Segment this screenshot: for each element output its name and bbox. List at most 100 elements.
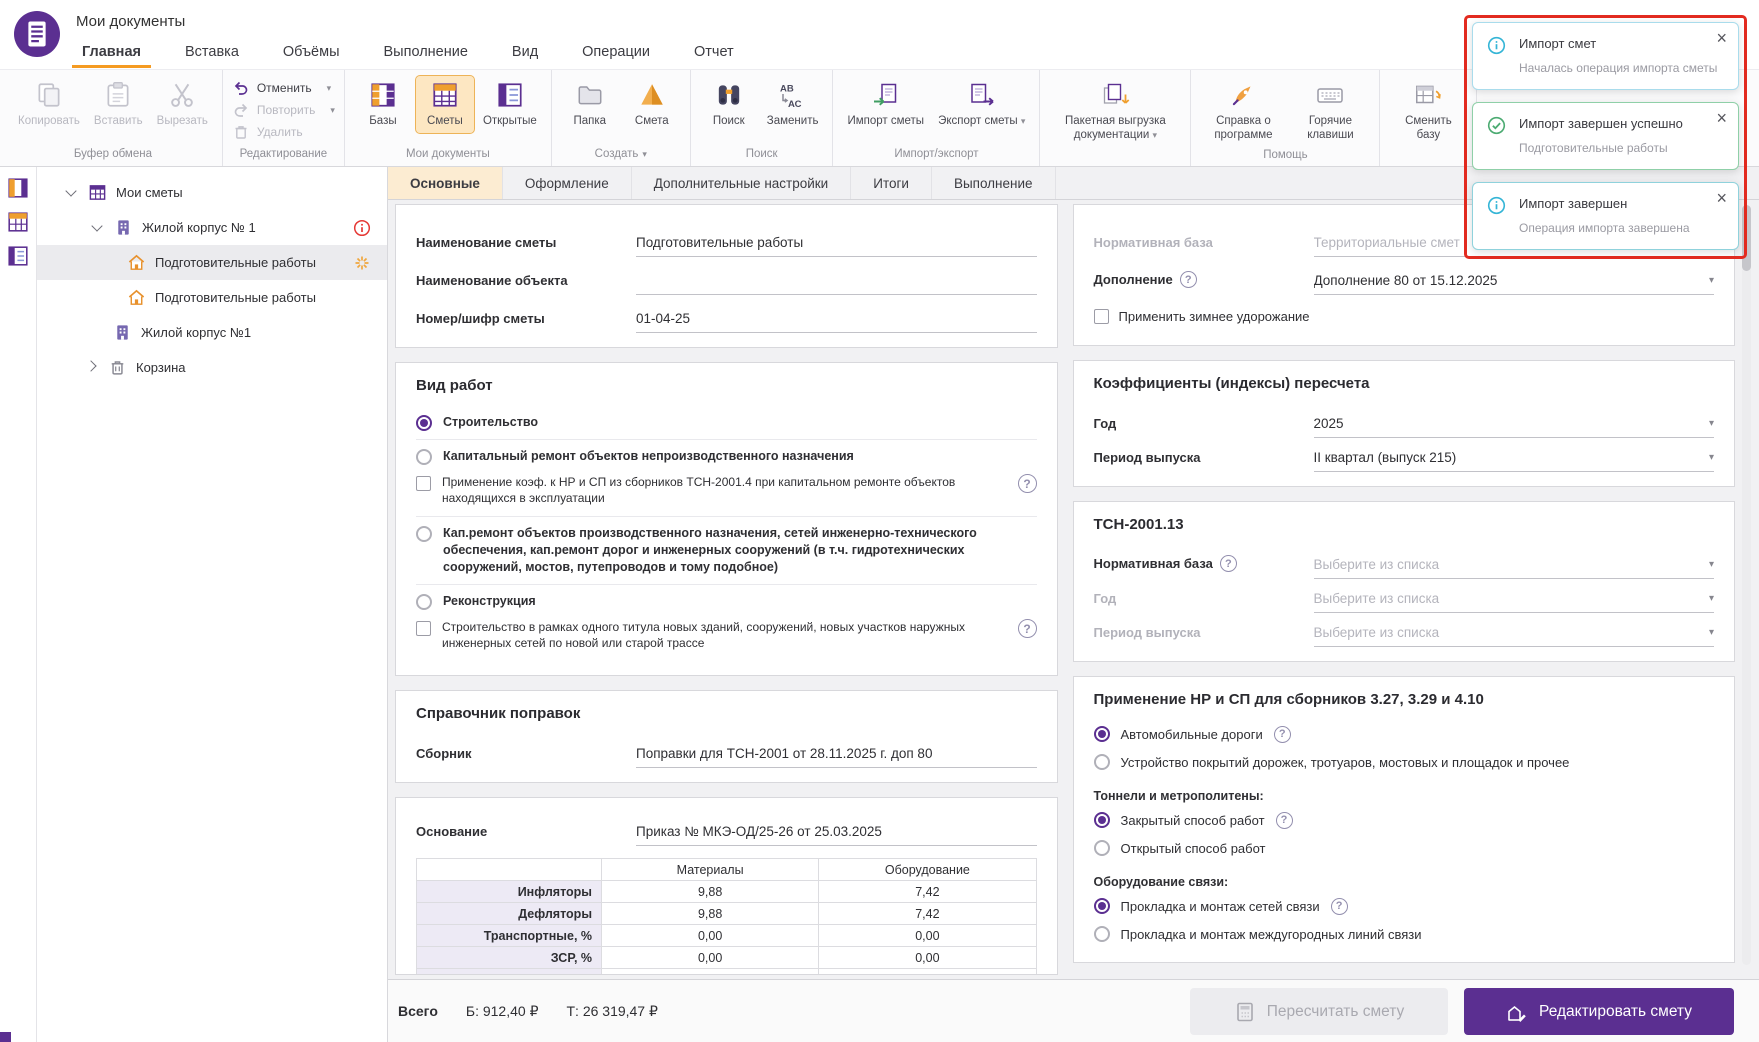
help-icon[interactable]: ? [1179,271,1197,288]
svg-text:АВ: АВ [780,84,794,95]
tsn-year-dropdown[interactable]: Выберите из списка ▾ [1313,591,1714,613]
undo-button[interactable]: Отменить ▾ [232,79,331,97]
copy-button[interactable]: Копировать [13,76,85,133]
estimate-name-field[interactable]: Подготовительные работы [636,235,1037,257]
menu-tab-view[interactable]: Вид [510,35,540,69]
toast-highlight-box: Импорт смет Началась операция импорта см… [1464,15,1747,259]
chevron-right-icon[interactable] [85,360,97,372]
vertical-scrollbar[interactable] [1742,205,1751,965]
menu-tab-report[interactable]: Отчет [692,35,736,69]
tree-item-estimate-2[interactable]: Подготовительные работы [37,280,387,315]
tree-item-building-1[interactable]: Жилой корпус № 1 [37,210,387,245]
export-estimate-button[interactable]: Экспорт сметы ▾ [933,76,1030,133]
release-period-dropdown[interactable]: II квартал (выпуск 215) ▾ [1313,450,1714,472]
help-icon[interactable]: ? [1275,811,1293,829]
close-icon[interactable]: × [1716,189,1727,207]
tab-totals[interactable]: Итоги [851,167,932,199]
menu-tab-volumes[interactable]: Объёмы [281,35,342,69]
change-base-button[interactable]: Сменить базу [1389,76,1467,146]
help-icon[interactable]: ? [1017,474,1037,493]
window-corner-accent [0,1032,11,1042]
tsn-title: ТСН-2001.13 [1093,516,1184,533]
help-icon[interactable]: ? [1219,555,1237,572]
tsn-base-dropdown[interactable]: Выберите из списка ▾ [1313,557,1714,579]
redo-button[interactable]: Повторить ▾ [232,101,335,119]
close-icon[interactable]: × [1716,109,1727,127]
recalculate-estimate-button[interactable]: Пересчитать смету [1190,988,1448,1035]
object-name-field[interactable] [636,274,1037,295]
radio-capital-repair[interactable] [416,449,432,465]
checkbox-nr-sp-coef[interactable] [416,476,431,491]
help-icon[interactable]: ? [1017,619,1037,638]
about-label: Справка о программе [1214,115,1273,141]
import-estimate-button[interactable]: Импорт сметы [842,76,929,133]
success-check-icon [1487,116,1506,135]
basis-field[interactable]: Приказ № МКЭ-ОД/25-26 от 25.03.2025 [636,824,1037,847]
checkbox-new-title-construction[interactable] [416,621,431,636]
radio-closed-method[interactable] [1093,812,1110,828]
radio-reconstruction[interactable] [416,594,432,610]
radio-paths-coverings-label: Устройство покрытий дорожек, тротуаров, … [1120,754,1570,770]
checkbox-winter-costs[interactable] [1093,308,1109,324]
tab-general[interactable]: Основные [388,167,503,199]
export-icon [967,80,997,110]
radio-construction[interactable] [416,415,432,431]
estimates-folder-icon [88,183,107,202]
create-folder-button[interactable]: Папка [561,76,619,133]
collection-field[interactable]: Поправки для ТСН-2001 от 28.11.2025 г. д… [636,746,1037,769]
delete-button[interactable]: Удалить [232,123,303,141]
radio-comm-networks[interactable] [1093,898,1110,914]
menu-tab-main[interactable]: Главная [72,35,151,69]
opened-button[interactable]: Открытые [478,76,542,133]
tree-item-trash[interactable]: Корзина [37,350,387,385]
tree-item-estimate-selected[interactable]: Подготовительные работы [37,245,387,280]
toast-message: Началась операция импорта сметы [1519,61,1718,75]
replace-button[interactable]: АВ АС Заменить [762,76,824,133]
cut-button[interactable]: Вырезать [152,76,213,133]
menu-tab-insert[interactable]: Вставка [183,35,241,69]
radio-open-method[interactable] [1093,840,1110,856]
tree-item-building-2[interactable]: Жилой корпус №1 [37,315,387,350]
menu-tab-operations[interactable]: Операции [580,35,652,69]
help-icon[interactable]: ? [1273,725,1291,743]
radio-auto-roads[interactable] [1093,726,1110,742]
tab-formatting[interactable]: Оформление [503,167,632,199]
corrections-title: Справочник поправок [416,705,581,723]
menu-tab-execution[interactable]: Выполнение [382,35,470,69]
radio-paths-coverings[interactable] [1093,754,1110,770]
radio-industrial-repair[interactable] [416,526,432,543]
edit-estimate-button[interactable]: Редактировать смету [1464,988,1734,1035]
dock-opened-icon[interactable] [7,245,29,267]
chevron-down-icon[interactable]: ▾ [327,83,332,94]
tsn-period-dropdown[interactable]: Выберите из списка ▾ [1313,625,1714,647]
chevron-down-icon[interactable]: ▾ [1021,116,1026,126]
chevron-down-icon[interactable]: ▾ [642,149,647,160]
estimate-code-field[interactable]: 01-04-25 [636,311,1037,333]
copy-label: Копировать [18,115,80,127]
bases-button[interactable]: Базы [354,76,412,133]
dock-estimates-icon[interactable] [7,211,29,233]
radio-intercity-lines[interactable] [1093,926,1110,942]
paste-button[interactable]: Вставить [89,76,148,133]
chevron-down-icon[interactable] [65,185,77,197]
search-button[interactable]: Поиск [700,76,758,133]
help-icon[interactable]: ? [1330,897,1348,915]
chevron-down-icon: ▾ [1708,593,1714,604]
about-button[interactable]: Справка о программе [1200,76,1286,146]
year-dropdown[interactable]: 2025 ▾ [1313,416,1714,438]
estimates-button[interactable]: Сметы [414,75,475,134]
tab-additional-settings[interactable]: Дополнительные настройки [632,167,852,199]
supplement-dropdown[interactable]: Дополнение 80 от 15.12.2025 ▾ [1313,273,1714,295]
dock-bases-icon[interactable] [7,177,29,199]
chevron-down-icon[interactable]: ▾ [330,105,335,116]
create-estimate-button[interactable]: Смета [623,76,681,133]
tree-item-my-estimates[interactable]: Мои сметы [37,175,387,210]
toast-import-started: Импорт смет Началась операция импорта см… [1472,22,1739,90]
chevron-down-icon[interactable]: ▾ [1153,130,1158,140]
tab-execution[interactable]: Выполнение [932,167,1056,199]
hotkeys-button[interactable]: Горячие клавиши [1290,76,1370,146]
chevron-down-icon[interactable] [91,220,103,232]
app-window: Мои документы Главная Вставка Объёмы Вып… [0,0,1759,1042]
batch-export-button[interactable]: Пакетная выгрузка документации ▾ [1049,76,1181,146]
close-icon[interactable]: × [1716,29,1727,47]
